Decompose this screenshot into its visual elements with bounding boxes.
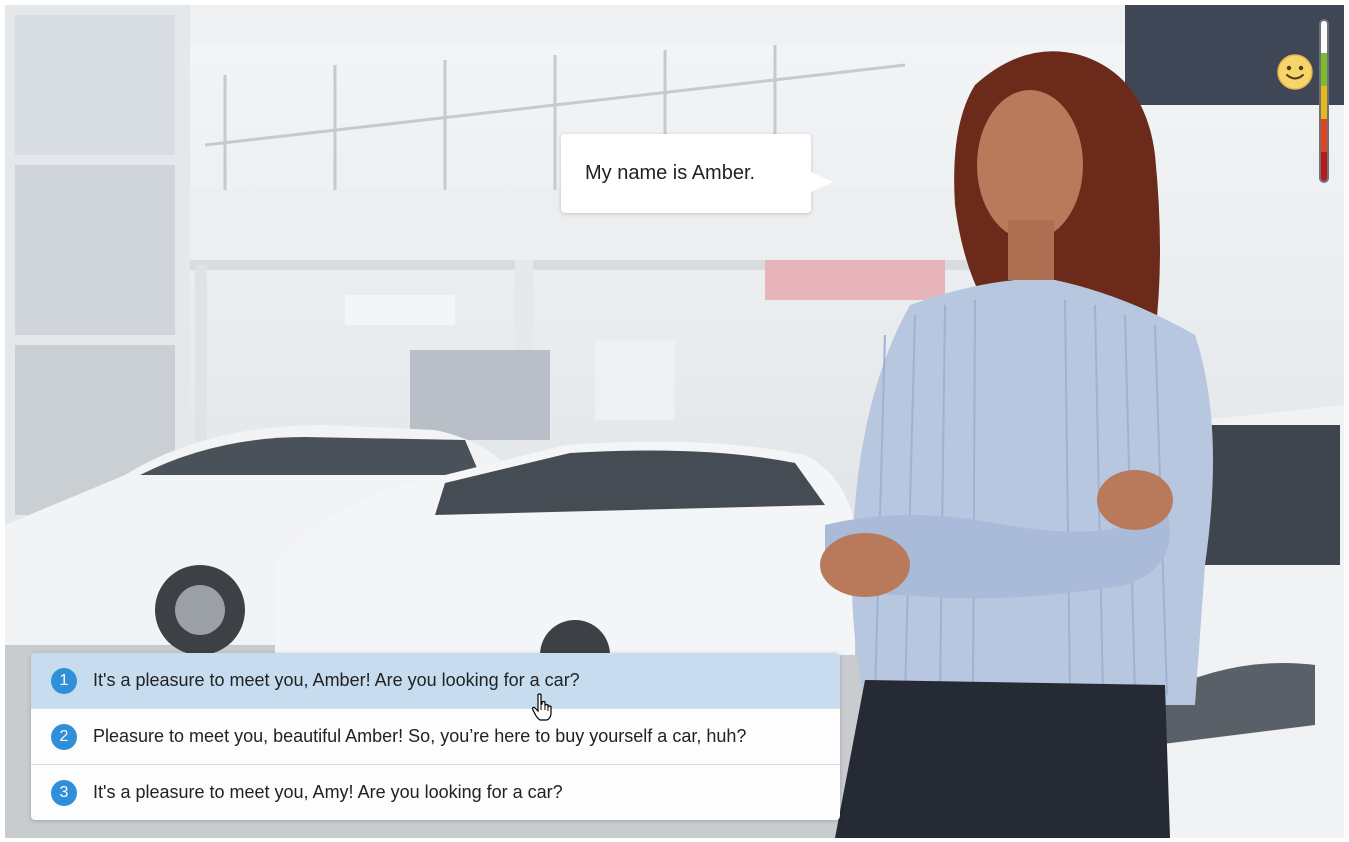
- mood-meter-red: [1321, 119, 1327, 152]
- option-number-badge: 1: [51, 667, 77, 694]
- mood-meter-empty: [1321, 21, 1327, 53]
- mood-meter-dark-red: [1321, 152, 1327, 181]
- speech-bubble: My name is Amber.: [561, 134, 833, 213]
- option-number-badge: 3: [51, 779, 77, 806]
- scenario-stage: My name is Amber. 1 It's a pleasure to m…: [5, 5, 1344, 838]
- option-text: It's a pleasure to meet you, Amber! Are …: [93, 670, 580, 690]
- option-text: Pleasure to meet you, beautiful Amber! S…: [93, 726, 747, 746]
- response-choices: 1 It's a pleasure to meet you, Amber! Ar…: [31, 653, 840, 820]
- option-text: It's a pleasure to meet you, Amy! Are yo…: [93, 782, 563, 802]
- response-option-2[interactable]: 2 Pleasure to meet you, beautiful Amber!…: [31, 709, 840, 765]
- smiley-face-icon: [1276, 53, 1314, 96]
- response-option-3[interactable]: 3 It's a pleasure to meet you, Amy! Are …: [31, 765, 840, 820]
- speech-bubble-text: My name is Amber.: [585, 162, 756, 184]
- mood-meter-yellow: [1321, 86, 1327, 119]
- mood-meter: [1319, 19, 1329, 183]
- hand-cursor-icon: [531, 693, 553, 726]
- option-number-badge: 2: [51, 723, 77, 750]
- speech-bubble-tail: [811, 172, 833, 192]
- response-option-1[interactable]: 1 It's a pleasure to meet you, Amber! Ar…: [31, 653, 840, 709]
- mood-meter-green: [1321, 53, 1327, 86]
